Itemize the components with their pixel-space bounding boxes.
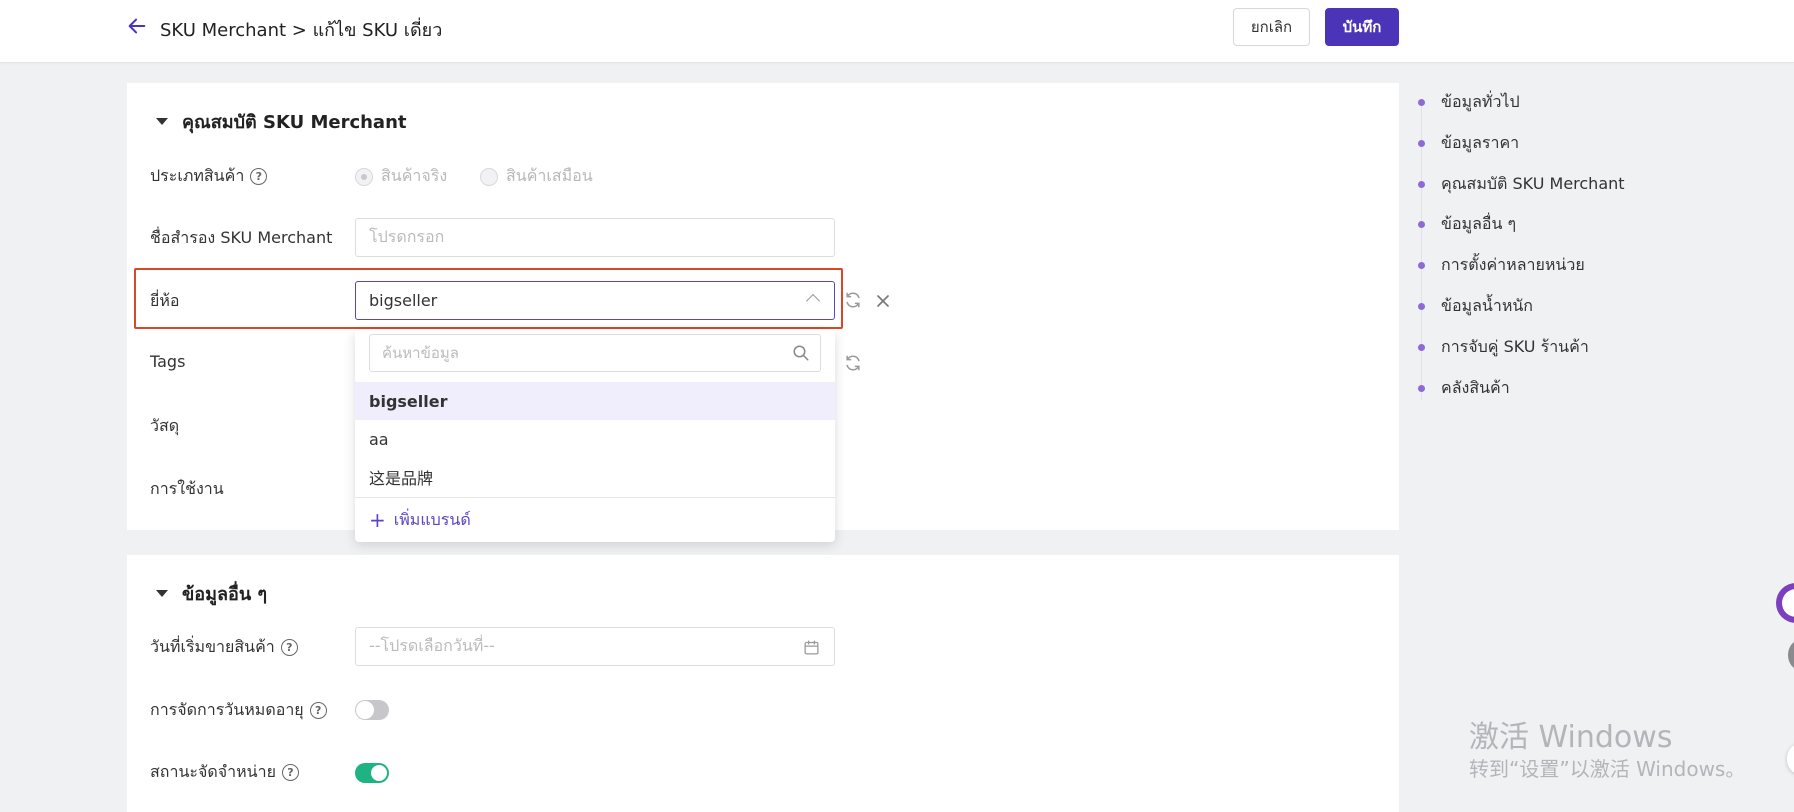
anchor-item-multi-unit[interactable]: การตั้งค่าหลายหน่วย (1418, 253, 1585, 278)
help-icon[interactable]: ? (280, 639, 298, 656)
floating-scroll-button[interactable] (1787, 744, 1794, 774)
usage-label: การใช้งาน (150, 479, 224, 498)
radio-label: สินค้าจริง (381, 166, 448, 185)
help-icon[interactable]: ? (281, 764, 299, 781)
brand-selected-value: bigseller (369, 291, 438, 310)
chevron-up-icon (805, 293, 821, 309)
brand-dropdown: ค้นหาข้อมูล bigseller aa 这是品牌 + เพิ่มแบร… (355, 330, 835, 542)
anchor-item-sku-attributes[interactable]: คุณสมบัติ SKU Merchant (1418, 172, 1625, 197)
refresh-icon[interactable] (843, 290, 863, 310)
back-arrow-icon[interactable] (126, 15, 148, 37)
alias-label: ชื่อสำรอง SKU Merchant (150, 228, 333, 247)
radio-checked-icon (355, 167, 373, 186)
cancel-button[interactable]: ยกเลิก (1233, 8, 1310, 46)
refresh-icon[interactable] (843, 353, 863, 373)
expiry-toggle[interactable] (355, 700, 389, 720)
plus-icon: + (369, 508, 386, 532)
alias-input[interactable]: โปรดกรอก (355, 218, 835, 257)
collapse-caret-icon (156, 118, 168, 125)
expiry-label-text: การจัดการวันหมดอายุ (150, 700, 304, 719)
help-icon[interactable]: ? (250, 168, 268, 185)
anchor-item-general[interactable]: ข้อมูลทั่วไป (1418, 90, 1520, 115)
add-brand-label: เพิ่มแบรนด์ (393, 509, 471, 529)
search-placeholder: ค้นหาข้อมูล (382, 344, 459, 362)
anchor-item-weight[interactable]: ข้อมูลน้ำหนัก (1418, 294, 1533, 319)
clear-icon[interactable] (873, 291, 893, 311)
dropdown-option[interactable]: bigseller (355, 382, 835, 420)
breadcrumb: SKU Merchant > แก้ไข SKU เดี่ยว (160, 20, 443, 41)
sale-start-label-text: วันที่เริ่มขายสินค้า (150, 637, 275, 656)
add-brand-button[interactable]: + เพิ่มแบรนด์ (355, 497, 835, 542)
radio-label: สินค้าเสมือน (506, 166, 593, 185)
anchor-item-warehouse[interactable]: คลังสินค้า (1418, 376, 1510, 401)
save-button[interactable]: บันทึก (1325, 8, 1399, 46)
section-title: คุณสมบัติ SKU Merchant (182, 112, 407, 133)
calendar-icon (804, 640, 819, 655)
expiry-label: การจัดการวันหมดอายุ ? (150, 698, 327, 723)
sale-start-label: วันที่เริ่มขายสินค้า ? (150, 635, 298, 660)
brand-select[interactable]: bigseller (355, 281, 835, 320)
radio-virtual-product[interactable]: สินค้าเสมือน (480, 164, 593, 189)
windows-watermark-title: 激活 Windows (1469, 720, 1673, 755)
collapse-caret-icon (156, 590, 168, 597)
anchor-item-other-info[interactable]: ข้อมูลอื่น ๆ (1418, 212, 1516, 237)
radio-physical-product[interactable]: สินค้าจริง (355, 164, 447, 189)
windows-watermark-subtitle: 转到“设置”以激活 Windows。 (1469, 757, 1746, 781)
floating-help-button[interactable] (1788, 640, 1794, 670)
other-info-card (127, 555, 1399, 812)
tags-label: Tags (150, 352, 186, 371)
help-icon[interactable]: ? (309, 702, 327, 719)
product-type-label-text: ประเภทสินค้า (150, 166, 245, 185)
section-title: ข้อมูลอื่น ๆ (182, 584, 268, 605)
distribution-toggle[interactable] (355, 763, 389, 783)
section-header-sku-attributes[interactable]: คุณสมบัติ SKU Merchant (156, 107, 407, 136)
sale-start-date-picker[interactable]: --โปรดเลือกวันที่-- (355, 627, 835, 666)
chat-support-button[interactable] (1776, 583, 1794, 623)
material-label: วัสดุ (150, 416, 180, 435)
anchor-item-price[interactable]: ข้อมูลราคา (1418, 131, 1519, 156)
top-bar: SKU Merchant > แก้ไข SKU เดี่ยว ยกเลิก บ… (0, 0, 1794, 63)
dropdown-search-input[interactable]: ค้นหาข้อมูล (369, 334, 821, 372)
product-type-label: ประเภทสินค้า ? (150, 164, 268, 189)
dropdown-option[interactable]: 这是品牌 (355, 458, 835, 496)
dropdown-option[interactable]: aa (355, 420, 835, 458)
search-icon (793, 345, 809, 361)
section-header-other-info[interactable]: ข้อมูลอื่น ๆ (156, 579, 267, 608)
distribution-label-text: สถานะจัดจำหน่าย (150, 762, 276, 781)
distribution-label: สถานะจัดจำหน่าย ? (150, 760, 299, 785)
brand-label: ยี่ห้อ (150, 291, 180, 310)
anchor-item-store-sku-mapping[interactable]: การจับคู่ SKU ร้านค้า (1418, 335, 1589, 360)
date-placeholder: --โปรดเลือกวันที่-- (369, 636, 495, 655)
radio-unchecked-icon (480, 167, 498, 186)
